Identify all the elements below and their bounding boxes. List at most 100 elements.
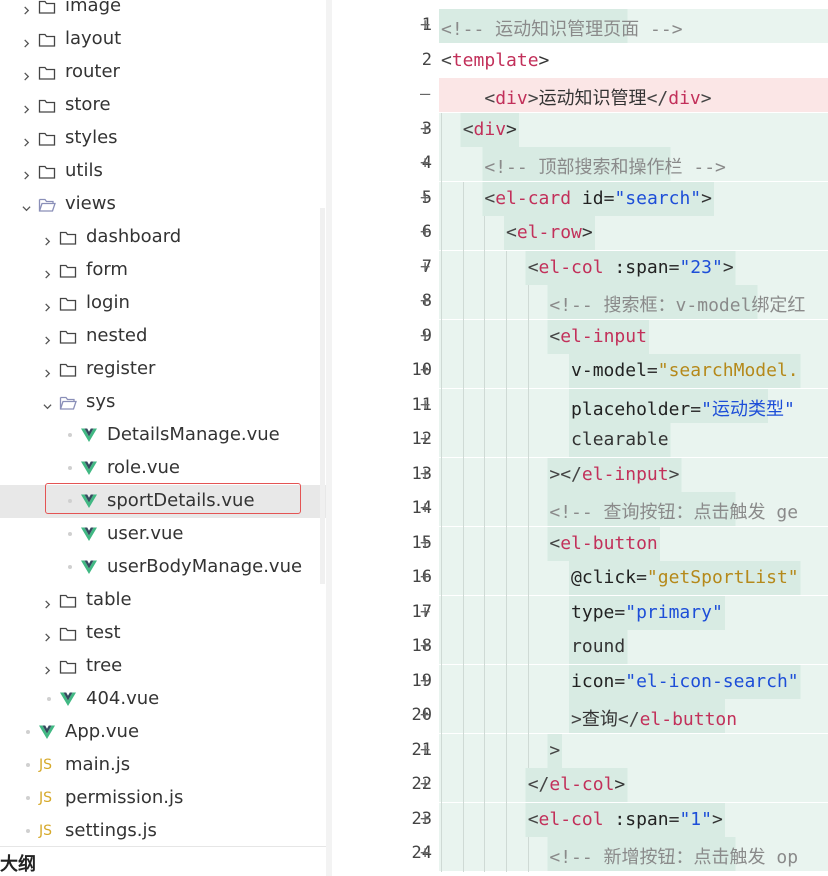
tree-item-label: settings.js xyxy=(65,820,157,841)
tree-folder-form[interactable]: form xyxy=(0,254,326,287)
tree-bullet xyxy=(68,499,72,503)
chevron-right-icon[interactable] xyxy=(43,330,52,345)
chevron-right-icon[interactable] xyxy=(22,66,31,81)
code-line[interactable]: <!-- 新增按钮：点击触发 op xyxy=(439,837,828,871)
code-line[interactable]: <el-button xyxy=(439,526,828,561)
addition-marker: + xyxy=(420,808,431,829)
code-line[interactable]: ></el-input> xyxy=(439,457,828,492)
chevron-right-icon[interactable] xyxy=(43,627,52,642)
tree-folder-utils[interactable]: utils xyxy=(0,155,326,188)
tree-folder-layout[interactable]: layout xyxy=(0,23,326,56)
tree-file-user-vue[interactable]: user.vue xyxy=(0,518,326,551)
code-line[interactable]: </el-col> xyxy=(439,768,828,802)
code-text: <el-card id="search"> xyxy=(484,187,712,209)
code-line[interactable]: <div> xyxy=(439,112,828,147)
code-text: @click="getSportList" xyxy=(571,567,799,588)
chevron-right-icon[interactable] xyxy=(22,165,31,180)
line-gutter: 6 + xyxy=(352,216,432,250)
diff-editor[interactable]: 1 + <!-- 运动知识管理页面 --> 2 <template> — <div>运动知… xyxy=(332,0,828,876)
chevron-right-icon[interactable] xyxy=(22,99,31,114)
line-gutter: 10 + xyxy=(352,354,432,388)
code-line[interactable]: clearable xyxy=(439,423,828,457)
tree-file-main-js[interactable]: JS main.js xyxy=(0,749,326,782)
tree-item-label: router xyxy=(65,61,120,82)
code-line[interactable]: placeholder="运动类型" xyxy=(439,388,828,423)
addition-marker: + xyxy=(420,774,431,794)
code-line[interactable]: <el-col :span="23"> xyxy=(439,250,828,285)
code-line[interactable]: round xyxy=(439,630,828,664)
folder-icon xyxy=(59,593,77,609)
tree-folder-store[interactable]: store xyxy=(0,89,326,122)
tree-bullet xyxy=(68,466,72,470)
addition-marker: + xyxy=(420,15,431,35)
code-line[interactable]: v-model="searchModel. xyxy=(439,354,828,388)
code-line[interactable]: <el-card id="search"> xyxy=(439,181,828,216)
tree-item-label: dashboard xyxy=(86,226,182,247)
chevron-right-icon[interactable] xyxy=(43,363,52,378)
js-file-icon: JS xyxy=(39,823,53,839)
tree-folder-dashboard[interactable]: dashboard xyxy=(0,221,326,254)
line-gutter: 24 + xyxy=(352,837,432,871)
folder-icon xyxy=(38,65,56,81)
code-line[interactable]: <!-- 查询按钮：点击触发 ge xyxy=(439,492,828,526)
tree-file-permission-js[interactable]: JS permission.js xyxy=(0,782,326,815)
line-gutter: 11 + xyxy=(352,389,432,423)
code-line[interactable]: icon="el-icon-search" xyxy=(439,664,828,699)
tree-folder-table[interactable]: table xyxy=(0,584,326,617)
tree-item-label: userBodyManage.vue xyxy=(107,556,303,577)
tree-folder-router[interactable]: router xyxy=(0,56,326,89)
code-line[interactable]: <template> xyxy=(439,44,828,78)
chevron-right-icon[interactable] xyxy=(43,264,52,279)
chevron-right-icon[interactable] xyxy=(43,231,52,246)
tree-file-role-vue[interactable]: role.vue xyxy=(0,452,326,485)
code-line[interactable]: <div>运动知识管理</div> xyxy=(439,78,828,112)
vue-file-icon xyxy=(80,493,98,509)
tree-file-404-vue[interactable]: 404.vue xyxy=(0,683,326,716)
tree-file-userbodymanage-vue[interactable]: userBodyManage.vue xyxy=(0,551,326,584)
tree-folder-test[interactable]: test xyxy=(0,617,326,650)
tree-folder-styles[interactable]: styles xyxy=(0,122,326,155)
tree-folder-nested[interactable]: nested xyxy=(0,320,326,353)
code-line[interactable]: <!-- 运动知识管理页面 --> xyxy=(439,9,828,43)
tree-item-label: form xyxy=(86,259,128,280)
code-line[interactable]: type="primary" xyxy=(439,595,828,630)
tree-folder-register[interactable]: register xyxy=(0,353,326,386)
chevron-right-icon[interactable] xyxy=(22,0,31,15)
chevron-right-icon[interactable] xyxy=(43,297,52,312)
tree-item-label: register xyxy=(86,358,156,379)
code-line[interactable]: <el-row> xyxy=(439,216,828,250)
chevron-down-icon[interactable] xyxy=(43,396,52,410)
code-line[interactable]: <el-input xyxy=(439,319,828,354)
chevron-right-icon[interactable] xyxy=(43,660,52,675)
outline-panel-header[interactable]: 大纲 xyxy=(0,846,326,876)
code-line[interactable]: <!-- 顶部搜索和操作栏 --> xyxy=(439,147,828,181)
tree-scrollbar[interactable] xyxy=(320,208,325,584)
chevron-down-icon[interactable] xyxy=(22,198,31,212)
tree-file-settings-js[interactable]: JS settings.js xyxy=(0,815,326,848)
tree-folder-views[interactable]: views xyxy=(0,188,326,221)
tree-folder-login[interactable]: login xyxy=(0,287,326,320)
code-line[interactable]: @click="getSportList" xyxy=(439,561,828,595)
tree-folder-tree[interactable]: tree xyxy=(0,650,326,683)
indent-guide xyxy=(462,181,464,872)
line-gutter: 8 + xyxy=(352,285,432,319)
tree-folder-image[interactable]: image xyxy=(0,0,326,23)
chevron-right-icon[interactable] xyxy=(43,594,52,609)
addition-marker: + xyxy=(420,670,431,691)
code-text: type="primary" xyxy=(571,601,723,623)
tree-file-detailsmanage-vue[interactable]: DetailsManage.vue xyxy=(0,419,326,452)
code-line[interactable]: >查询</el-button xyxy=(439,699,828,733)
code-line[interactable]: <el-col :span="1"> xyxy=(439,802,828,837)
tree-folder-sys[interactable]: sys xyxy=(0,386,326,419)
chevron-right-icon[interactable] xyxy=(22,132,31,147)
tree-bullet xyxy=(47,697,51,701)
tree-item-label: utils xyxy=(65,160,103,181)
vue-file-icon xyxy=(80,427,98,443)
code-line[interactable]: > xyxy=(439,733,828,768)
chevron-right-icon[interactable] xyxy=(22,33,31,48)
line-gutter: 5 + xyxy=(352,182,432,216)
indent-guide xyxy=(506,250,508,872)
tree-file-sportdetails-vue[interactable]: sportDetails.vue xyxy=(0,485,326,518)
code-line[interactable]: <!-- 搜索框：v-model绑定红 xyxy=(439,285,828,319)
tree-file-app-vue[interactable]: App.vue xyxy=(0,716,326,749)
